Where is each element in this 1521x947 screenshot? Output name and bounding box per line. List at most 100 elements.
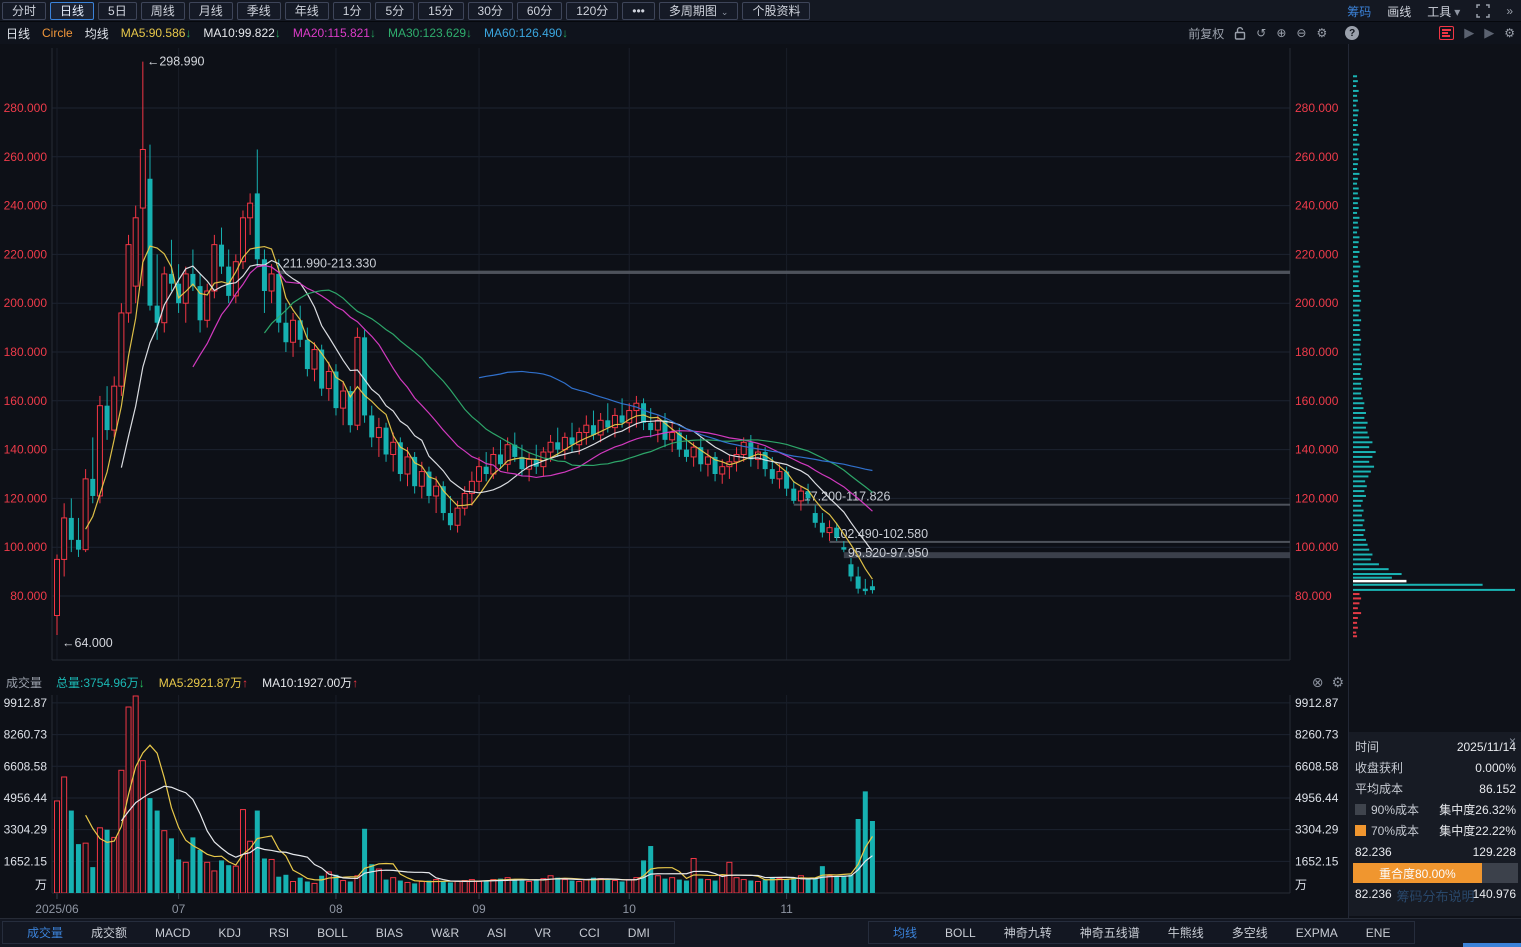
tab-日线[interactable]: 日线 [50, 1, 95, 20]
ma-value: MA10:99.822 [203, 26, 275, 40]
svg-text:160.000: 160.000 [1295, 394, 1339, 408]
unlock-icon[interactable] [1234, 26, 1246, 40]
overlay-tab-神奇五线谱[interactable]: 神奇五线谱 [1066, 924, 1154, 941]
fullscreen-icon[interactable] [1476, 4, 1491, 18]
close-icon[interactable]: × [1509, 734, 1516, 748]
volume-ma5: MA5:2921.87万↑ [158, 675, 249, 690]
chip-bar [1353, 436, 1370, 439]
indicator-tab-RSI[interactable]: RSI [255, 926, 303, 940]
cost-key: 70%成本 [1371, 824, 1420, 838]
expand-panel-icon[interactable]: » [1506, 4, 1513, 18]
tab-15分[interactable]: 15分 [418, 1, 464, 20]
chip-bar [1353, 148, 1358, 151]
chip-bar [1353, 480, 1366, 483]
tab-月线[interactable]: 月线 [188, 1, 233, 20]
volume-header: 成交量 总量:3754.96万↓ MA5:2921.87万↑ MA10:1927… [0, 670, 1348, 694]
tab-5日[interactable]: 5日 [98, 1, 137, 20]
cost-row: 90%成本 集中度26.32% [1355, 799, 1516, 820]
indicator-tab-KDJ[interactable]: KDJ [204, 926, 255, 940]
settings-gear-icon[interactable]: ⚙ [1316, 26, 1327, 40]
chip-bar [1353, 607, 1358, 610]
chip-bar [1353, 358, 1361, 361]
svg-text:9912.87: 9912.87 [4, 696, 48, 710]
indicator-tab-成交量[interactable]: 成交量 [13, 924, 77, 941]
indicator-tab-VR[interactable]: VR [520, 926, 565, 940]
toplink-画线[interactable]: 画线 [1387, 3, 1411, 20]
chip-distribution-panel: × 时间 2025/11/14 收盘获利 0.000% 平均成本 86.152 90%成本集… [1348, 44, 1521, 918]
chip-bar [1353, 460, 1370, 463]
chip-bar [1353, 246, 1358, 249]
overlay-tab-神奇九转[interactable]: 神奇九转 [990, 924, 1066, 941]
tab-120分[interactable]: 120分 [566, 1, 619, 20]
chevron-down-icon: ▾ [1454, 4, 1461, 19]
tab-季线[interactable]: 季线 [236, 1, 281, 20]
horizontal-scrollbar-thumb[interactable] [1463, 943, 1521, 947]
range-row: 82.236 129.228 [1355, 841, 1516, 862]
stock-chart-app: 分时 日线 5日 周线 月线 季线 年线 1分 5分 15分 30分 60分 120分 ••• 多周期图 ⌄ 个… [0, 0, 1521, 947]
ma-value: MA30:123.629 [387, 26, 467, 40]
svg-text:80.000: 80.000 [1295, 589, 1332, 603]
ma-value: MA5:90.586 [120, 26, 186, 40]
svg-text:220.000: 220.000 [1295, 247, 1339, 261]
tab-30分[interactable]: 30分 [467, 1, 513, 20]
chip-bar [1353, 583, 1483, 586]
chip-bar [1353, 216, 1360, 219]
overlay-tab-EXPMA[interactable]: EXPMA [1282, 926, 1352, 940]
tab-周线[interactable]: 周线 [140, 1, 185, 20]
zoom-in-icon[interactable]: ⊕ [1276, 26, 1286, 40]
toplink-工具[interactable]: 工具 ▾ [1427, 3, 1460, 20]
price-volume-chart[interactable]: 280.000 280.000 260.000 260.000 240.000 240.0… [0, 44, 1348, 918]
tab-1分[interactable]: 1分 [332, 1, 372, 20]
tab-年线[interactable]: 年线 [284, 1, 329, 20]
chip-bar [1353, 168, 1358, 170]
tab-60分[interactable]: 60分 [516, 1, 563, 20]
overlay-tab-牛熊线[interactable]: 牛熊线 [1154, 924, 1218, 941]
ma-legend: 日线 Circle 均线 MA5:90.586↓ MA10:99.822↓ MA20:11… [0, 25, 568, 42]
chip-bar [1353, 119, 1358, 122]
tab-5分[interactable]: 5分 [375, 1, 415, 20]
chip-bar [1353, 75, 1358, 78]
indicator-tab-DMI[interactable]: DMI [614, 926, 664, 940]
volume-settings-icon[interactable]: ⚙ [1331, 674, 1344, 691]
help-icon[interactable]: ? [1345, 26, 1360, 40]
overlay-tab-均线[interactable]: 均线 [879, 924, 931, 941]
undo-icon[interactable]: ↺ [1256, 26, 1266, 40]
chip-bar [1353, 231, 1358, 234]
chip-bar [1353, 211, 1358, 214]
svg-text:240.000: 240.000 [1295, 199, 1339, 213]
settings-gear-icon[interactable]: ⚙ [1504, 26, 1515, 40]
tab-个股资料[interactable]: 个股资料 [742, 1, 811, 20]
chip-bar [1353, 226, 1359, 229]
indicator-tab-成交额[interactable]: 成交额 [77, 924, 141, 941]
chip-bar [1353, 177, 1358, 180]
adjust-mode-label[interactable]: 前复权 [1188, 25, 1224, 42]
chip-bar [1353, 382, 1362, 385]
tab-多周期图[interactable]: 多周期图 ⌄ [658, 1, 739, 20]
indicator-tab-ASI[interactable]: ASI [473, 926, 520, 940]
chip-list-toggle-icon[interactable] [1439, 26, 1455, 40]
tab-•••[interactable]: ••• [622, 1, 655, 20]
chip-bar [1353, 524, 1363, 527]
chip-bar [1353, 441, 1373, 444]
overlay-tab-ENE[interactable]: ENE [1352, 926, 1405, 940]
next-icon[interactable]: ▶ [1464, 25, 1474, 41]
indicator-tab-W&R[interactable]: W&R [417, 926, 473, 940]
indicator-tab-BIAS[interactable]: BIAS [362, 926, 417, 940]
chip-bar [1353, 275, 1358, 278]
svg-text:120.000: 120.000 [4, 491, 48, 505]
overlay-tab-多空线[interactable]: 多空线 [1218, 924, 1282, 941]
chip-bar [1353, 470, 1371, 473]
overlay-tab-BOLL[interactable]: BOLL [931, 926, 990, 940]
toplink-筹码[interactable]: 筹码 [1347, 3, 1371, 20]
info-value: 86.152 [1479, 781, 1516, 796]
chip-bar [1353, 588, 1515, 591]
next-icon[interactable]: ▶ [1484, 25, 1494, 41]
zoom-out-icon[interactable]: ⊖ [1296, 26, 1306, 40]
gap-zone [829, 540, 1290, 543]
volume-close-icon[interactable]: ⊗ [1312, 674, 1324, 691]
indicator-tab-CCI[interactable]: CCI [565, 926, 614, 940]
chip-bar [1353, 402, 1365, 405]
indicator-tab-MACD[interactable]: MACD [141, 926, 204, 940]
indicator-tab-BOLL[interactable]: BOLL [303, 926, 362, 940]
tab-分时[interactable]: 分时 [2, 1, 47, 20]
